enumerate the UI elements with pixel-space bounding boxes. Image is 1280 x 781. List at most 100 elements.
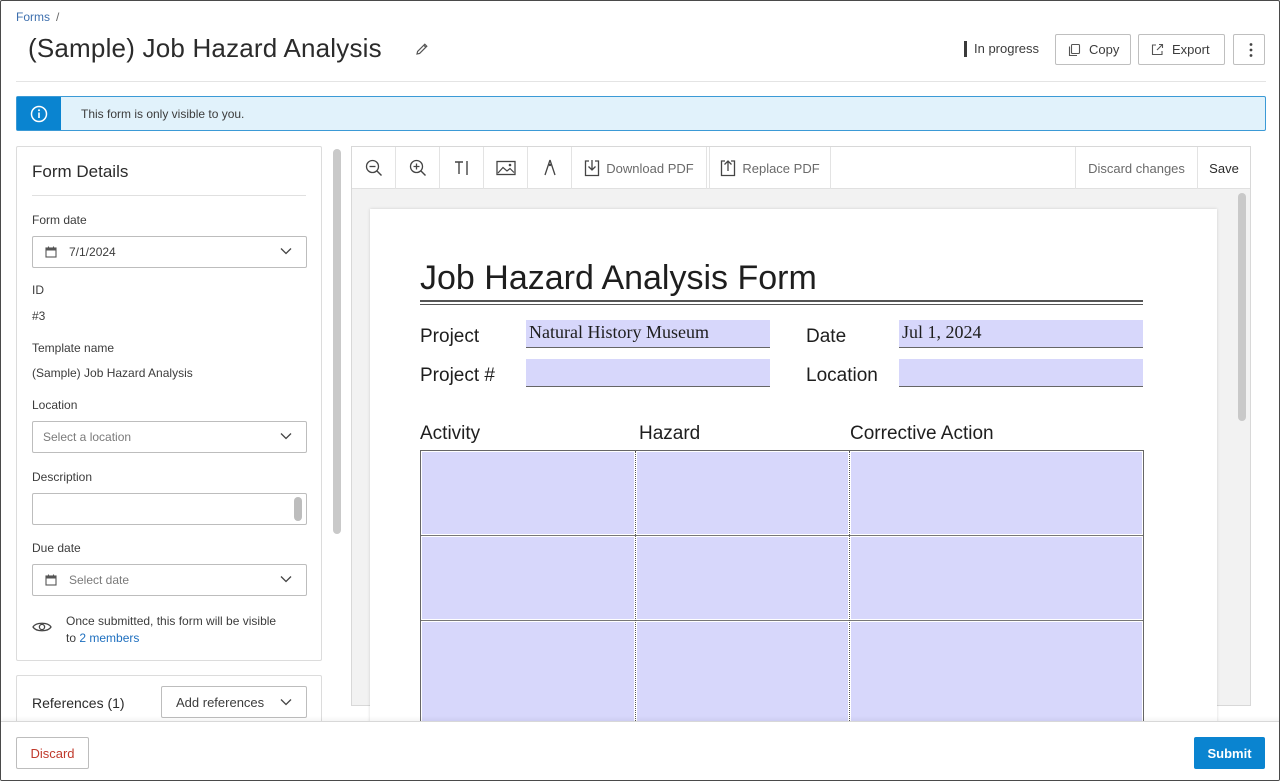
download-pdf-button[interactable]: Download PDF <box>572 147 707 189</box>
save-button[interactable]: Save <box>1198 147 1250 189</box>
form-details-panel: Form Details Form date 7/1/2024 ID #3 Te… <box>16 146 322 661</box>
location-select[interactable]: Select a location <box>32 421 307 453</box>
zoom-out-button[interactable] <box>352 147 396 189</box>
pdf-viewer: Download PDF Replace PDF Discard changes… <box>351 146 1251 751</box>
chevron-down-icon <box>280 433 292 440</box>
row-divider <box>421 535 1143 536</box>
zoom-out-icon <box>365 159 382 176</box>
add-text-button[interactable] <box>440 147 484 189</box>
references-label: References (1) <box>32 695 125 711</box>
pen-nib-icon <box>543 159 556 176</box>
status-badge: In progress <box>964 41 1039 57</box>
page-title: (Sample) Job Hazard Analysis <box>28 33 382 63</box>
add-references-label: Add references <box>176 694 265 710</box>
due-date-picker[interactable]: Select date <box>32 564 307 596</box>
zoom-in-button[interactable] <box>396 147 440 189</box>
location-field[interactable] <box>899 359 1143 387</box>
id-value: #3 <box>32 309 46 323</box>
pdf-form-title: Job Hazard Analysis Form <box>420 259 817 297</box>
description-label: Description <box>32 470 93 484</box>
info-banner: This form is only visible to you. <box>16 96 1266 131</box>
table-cell[interactable] <box>637 452 848 534</box>
date-label: Date <box>806 326 847 347</box>
location-label: Location <box>32 398 78 412</box>
members-link[interactable]: 2 members <box>79 631 139 645</box>
table-cell[interactable] <box>851 452 1142 534</box>
title-rule <box>420 300 1143 302</box>
replace-pdf-label: Replace PDF <box>742 160 820 176</box>
chevron-down-icon <box>280 576 292 583</box>
form-date-value: 7/1/2024 <box>69 245 116 259</box>
add-references-button[interactable]: Add references <box>161 686 307 718</box>
title-rule <box>420 304 1143 305</box>
submit-button[interactable]: Submit <box>1194 737 1265 769</box>
export-label: Export <box>1172 42 1210 57</box>
left-panel-scrollbar[interactable] <box>333 149 341 534</box>
column-divider <box>849 451 850 751</box>
signature-button[interactable] <box>528 147 572 189</box>
location-placeholder: Select a location <box>43 430 132 444</box>
visibility-note: Once submitted, this form will be visibl… <box>66 613 286 647</box>
info-icon <box>30 105 48 122</box>
column-divider <box>635 451 636 751</box>
id-label: ID <box>32 283 44 297</box>
add-image-button[interactable] <box>484 147 528 189</box>
image-icon <box>495 160 516 176</box>
discard-button[interactable]: Discard <box>16 737 89 769</box>
column-header-corrective-action: Corrective Action <box>850 423 994 444</box>
form-date-label: Form date <box>32 213 87 227</box>
copy-button[interactable]: Copy <box>1055 34 1131 65</box>
date-field[interactable]: Jul 1, 2024 <box>899 320 1143 348</box>
form-page: Forms / (Sample) Job Hazard Analysis In p… <box>0 0 1280 781</box>
viewer-scrollbar[interactable] <box>1238 193 1246 421</box>
calendar-icon <box>45 574 57 586</box>
breadcrumb: Forms / <box>16 10 59 24</box>
project-label: Project <box>420 326 480 347</box>
table-cell[interactable] <box>637 537 848 619</box>
chevron-down-icon <box>280 699 292 706</box>
due-date-label: Due date <box>32 541 81 555</box>
pdf-toolbar: Download PDF Replace PDF Discard changes… <box>352 147 1250 189</box>
project-number-label: Project # <box>420 365 495 386</box>
project-field[interactable]: Natural History Museum <box>526 320 770 348</box>
description-field[interactable] <box>32 493 307 525</box>
form-details-heading: Form Details <box>32 162 129 181</box>
calendar-icon <box>45 246 57 258</box>
download-pdf-label: Download PDF <box>606 160 694 176</box>
table-cell[interactable] <box>851 537 1142 619</box>
table-cell[interactable] <box>422 452 634 534</box>
copy-icon <box>1068 43 1081 56</box>
chevron-down-icon <box>280 248 292 255</box>
row-divider <box>421 620 1143 621</box>
footer-bar: Discard Submit <box>1 721 1279 780</box>
discard-changes-label: Discard changes <box>1088 160 1185 176</box>
column-header-hazard: Hazard <box>639 423 701 444</box>
save-label: Save <box>1209 160 1239 176</box>
copy-label: Copy <box>1089 42 1120 57</box>
export-icon <box>1151 43 1164 56</box>
form-date-picker[interactable]: 7/1/2024 <box>32 236 307 268</box>
pdf-page: Job Hazard Analysis Form Project Natural… <box>370 209 1217 751</box>
table-cell[interactable] <box>422 537 634 619</box>
download-icon <box>585 160 600 177</box>
template-name-label: Template name <box>32 341 115 355</box>
banner-text: This form is only visible to you. <box>81 107 245 121</box>
header-divider <box>16 81 1266 82</box>
pencil-icon[interactable] <box>414 41 430 57</box>
details-divider <box>32 195 306 196</box>
export-button[interactable]: Export <box>1138 34 1225 65</box>
breadcrumb-separator: / <box>56 10 60 24</box>
description-scrollbar[interactable] <box>294 497 302 521</box>
eye-icon <box>32 622 52 632</box>
location-label: Location <box>806 365 878 386</box>
text-tool-icon <box>454 161 468 175</box>
discard-changes-button[interactable]: Discard changes <box>1075 147 1198 189</box>
breadcrumb-forms-link[interactable]: Forms <box>16 10 50 24</box>
template-name-value: (Sample) Job Hazard Analysis <box>32 366 193 380</box>
column-header-activity: Activity <box>420 423 481 444</box>
replace-pdf-button[interactable]: Replace PDF <box>709 147 831 189</box>
project-number-field[interactable] <box>526 359 770 387</box>
due-date-placeholder: Select date <box>69 573 130 587</box>
more-options-button[interactable] <box>1233 34 1265 65</box>
info-icon-box <box>17 97 61 130</box>
